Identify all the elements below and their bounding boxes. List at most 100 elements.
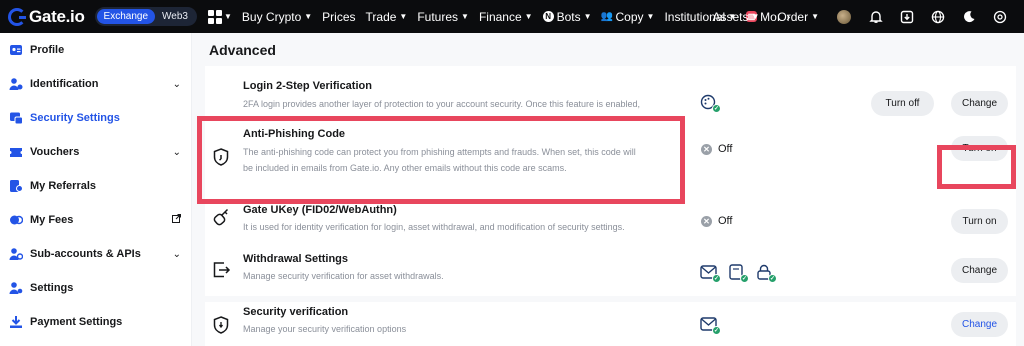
nav-order[interactable]: Order ▼ [777, 10, 819, 24]
status-icons: ✓ ✓ ✓ [700, 264, 777, 283]
avatar[interactable] [837, 9, 851, 24]
lock-verified-icon: ✓ [756, 264, 777, 283]
turn-off-button[interactable]: Turn off [871, 91, 934, 116]
email-verified-icon: ✓ [700, 264, 721, 283]
bots-icon: N [542, 11, 554, 22]
settings-gear-icon[interactable] [993, 10, 1007, 24]
x-circle-icon: ✕ [701, 143, 712, 155]
row-description: 2FA login provides another layer of prot… [243, 99, 641, 109]
section-title: Advanced [209, 42, 276, 58]
sidebar-item-label: My Fees [30, 214, 74, 226]
status-icons: ✓ [700, 316, 721, 335]
caret-down-icon: ▼ [811, 12, 819, 21]
change-button[interactable]: Change [951, 258, 1008, 283]
check-icon: ✓ [768, 274, 777, 283]
settings-row-login-2fa: Login 2-Step Verification 2FA login prov… [205, 66, 1016, 116]
nav-prices[interactable]: Prices [322, 10, 355, 24]
mode-switcher: Exchange Web3 [94, 7, 197, 26]
sidebar-item-vouchers[interactable]: Vouchers ⌄ [0, 135, 191, 169]
sidebar-item-label: Payment Settings [30, 316, 123, 328]
email-verified-icon: ✓ [700, 316, 721, 335]
settings-row-security-verification: Security verification Manage your securi… [205, 302, 1016, 346]
bell-icon[interactable] [869, 10, 883, 24]
security-settings-card: Login 2-Step Verification 2FA login prov… [205, 66, 1016, 346]
nav-assets[interactable]: Assets ▼ [712, 10, 759, 24]
sidebar-item-payment-settings[interactable]: Payment Settings [0, 305, 191, 339]
sidebar-item-label: Profile [30, 44, 65, 56]
sidebar: Profile Identification ⌄ Security Settin… [0, 33, 191, 346]
referrals-icon [8, 179, 23, 194]
caret-down-icon: ▼ [646, 12, 655, 21]
nav-buy-crypto[interactable]: Buy Crypto ▼ [242, 10, 312, 24]
voucher-icon [8, 145, 23, 160]
download-icon[interactable] [900, 10, 914, 24]
row-title: Gate UKey (FID02/WebAuthn) [243, 204, 397, 216]
tab-web3[interactable]: Web3 [155, 9, 195, 24]
profile-icon [8, 43, 23, 58]
caret-down-icon: ▼ [583, 12, 592, 21]
nav-trade[interactable]: Trade ▼ [366, 10, 408, 24]
settings-row-withdrawal: Withdrawal Settings Manage security veri… [205, 242, 1016, 296]
status-text: Off [718, 215, 733, 227]
check-icon: ✓ [712, 326, 721, 335]
status-text: Off [718, 143, 733, 155]
topbar-right: Assets ▼ Order ▼ [712, 0, 1024, 33]
copy-trade-icon: 👥 [600, 11, 614, 22]
status-icons: ✓ [700, 94, 721, 113]
row-description: Manage security verification for asset w… [243, 271, 444, 281]
sidebar-item-label: Sub-accounts & APIs [30, 248, 141, 260]
sidebar-item-label: Vouchers [30, 146, 80, 158]
sidebar-item-sub-accounts-apis[interactable]: Sub-accounts & APIs ⌄ [0, 237, 191, 271]
nav-finance[interactable]: Finance ▼ [479, 10, 533, 24]
check-icon: ✓ [712, 274, 721, 283]
payment-icon [8, 315, 23, 330]
check-icon: ✓ [740, 274, 749, 283]
highlight-anti-phishing-row [197, 116, 685, 204]
top-navigation-bar: Gate.io Exchange Web3 ▼ Buy Crypto ▼ Pric… [0, 0, 1024, 33]
tab-exchange[interactable]: Exchange [96, 9, 156, 24]
sidebar-item-label: Identification [30, 78, 99, 90]
shield-icon [213, 316, 231, 334]
sidebar-item-identification[interactable]: Identification ⌄ [0, 67, 191, 101]
moon-icon[interactable] [962, 10, 976, 24]
row-title: Security verification [243, 306, 349, 318]
sidebar-item-security-settings[interactable]: Security Settings [0, 101, 191, 135]
caret-down-icon: ▼ [751, 12, 760, 21]
row-title: Withdrawal Settings [243, 253, 349, 265]
caret-down-icon: ▼ [461, 12, 469, 21]
change-button[interactable]: Change [951, 312, 1008, 337]
sidebar-item-my-referrals[interactable]: My Referrals [0, 169, 191, 203]
caret-down-icon: ▼ [223, 12, 232, 21]
gateio-logo-mark-icon [8, 7, 26, 26]
status-off: ✕ Off [701, 143, 732, 155]
sidebar-item-label: Security Settings [30, 112, 120, 124]
logo-text: Gate.io [29, 6, 85, 26]
subaccounts-icon [8, 247, 23, 262]
caret-down-icon: ▼ [304, 12, 313, 21]
globe-icon[interactable] [931, 10, 945, 24]
change-button[interactable]: Change [951, 91, 1008, 116]
nav-futures[interactable]: Futures ▼ [417, 10, 469, 24]
withdrawal-icon [213, 262, 231, 280]
settings-icon [8, 281, 23, 296]
row-description: Manage your security verification option… [243, 324, 407, 334]
nav-copy[interactable]: 👥 Copy ▼ [600, 10, 655, 24]
turn-on-button[interactable]: Turn on [951, 209, 1008, 234]
apps-grid-icon[interactable] [207, 9, 222, 24]
x-circle-icon: ✕ [701, 215, 712, 227]
chevron-down-icon: ⌄ [172, 146, 181, 158]
nav-bots[interactable]: N Bots ▼ [542, 10, 592, 24]
sidebar-item-label: Settings [30, 282, 74, 294]
sidebar-item-my-fees[interactable]: My Fees [0, 203, 191, 237]
row-description: It is used for identity verification for… [243, 222, 625, 232]
sidebar-item-profile[interactable]: Profile [0, 33, 191, 67]
highlight-turn-on-button [937, 145, 1016, 189]
status-off: ✕ Off [701, 215, 732, 227]
fees-icon [8, 213, 23, 228]
external-link-icon [172, 214, 181, 226]
caret-down-icon: ▼ [399, 12, 408, 21]
palette-verified-icon: ✓ [700, 94, 721, 113]
sidebar-item-settings[interactable]: Settings [0, 271, 191, 305]
check-icon: ✓ [712, 104, 721, 113]
gateio-logo[interactable]: Gate.io [8, 7, 85, 27]
